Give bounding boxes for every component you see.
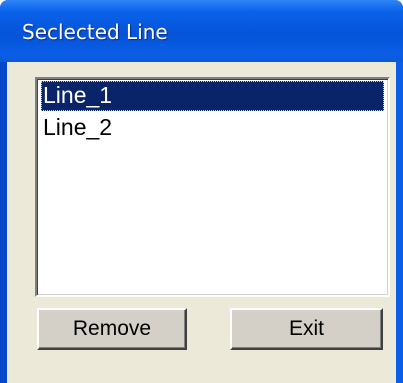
list-item-line-2[interactable]: Line_2 xyxy=(41,113,384,143)
dialog-window: Seclected Line Line_1 Line_2 Remove Exit xyxy=(0,0,403,383)
dialog-client-area: Line_1 Line_2 Remove Exit xyxy=(7,62,396,383)
title-bar[interactable]: Seclected Line xyxy=(0,0,403,62)
remove-button[interactable]: Remove xyxy=(37,308,187,350)
line-list-box[interactable]: Line_1 Line_2 xyxy=(35,77,390,297)
window-title: Seclected Line xyxy=(22,20,168,44)
exit-button[interactable]: Exit xyxy=(230,308,383,350)
list-item-line-1[interactable]: Line_1 xyxy=(41,81,384,111)
